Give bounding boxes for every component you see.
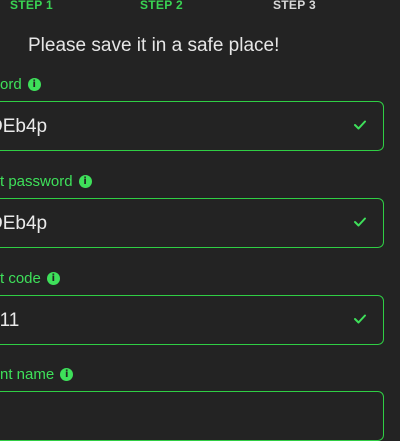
repeat-password-label: t password i (0, 173, 92, 190)
check-icon (354, 314, 366, 324)
info-icon[interactable]: i (60, 368, 74, 381)
code-label-text: t code (0, 270, 41, 287)
name-field[interactable] (0, 391, 384, 441)
repeat-password-value: DEb4p (0, 213, 48, 234)
repeat-password-field[interactable]: DEb4p (0, 198, 384, 248)
check-icon (354, 120, 366, 130)
repeat-password-label-text: t password (0, 173, 73, 190)
name-label: nt name i (0, 366, 74, 383)
step-indicator: STEP 1 STEP 2 STEP 3 (0, 0, 400, 14)
step-1-label: STEP 1 (10, 0, 53, 12)
step-3-label: STEP 3 (273, 0, 316, 12)
code-label: t code i (0, 270, 60, 287)
password-value: DEb4p (0, 116, 48, 137)
password-label-text: ord (0, 76, 22, 93)
password-field[interactable]: DEb4p (0, 101, 384, 151)
code-field[interactable]: 211 (0, 295, 384, 345)
save-instruction-text: Please save it in a safe place! (28, 35, 280, 56)
name-label-text: nt name (0, 366, 55, 383)
info-icon[interactable]: i (78, 175, 92, 188)
info-icon[interactable]: i (27, 78, 41, 91)
code-value: 211 (0, 310, 20, 331)
check-icon (354, 217, 366, 227)
info-icon[interactable]: i (46, 272, 60, 285)
password-label: ord i (0, 76, 41, 93)
step-2-label: STEP 2 (140, 0, 183, 12)
